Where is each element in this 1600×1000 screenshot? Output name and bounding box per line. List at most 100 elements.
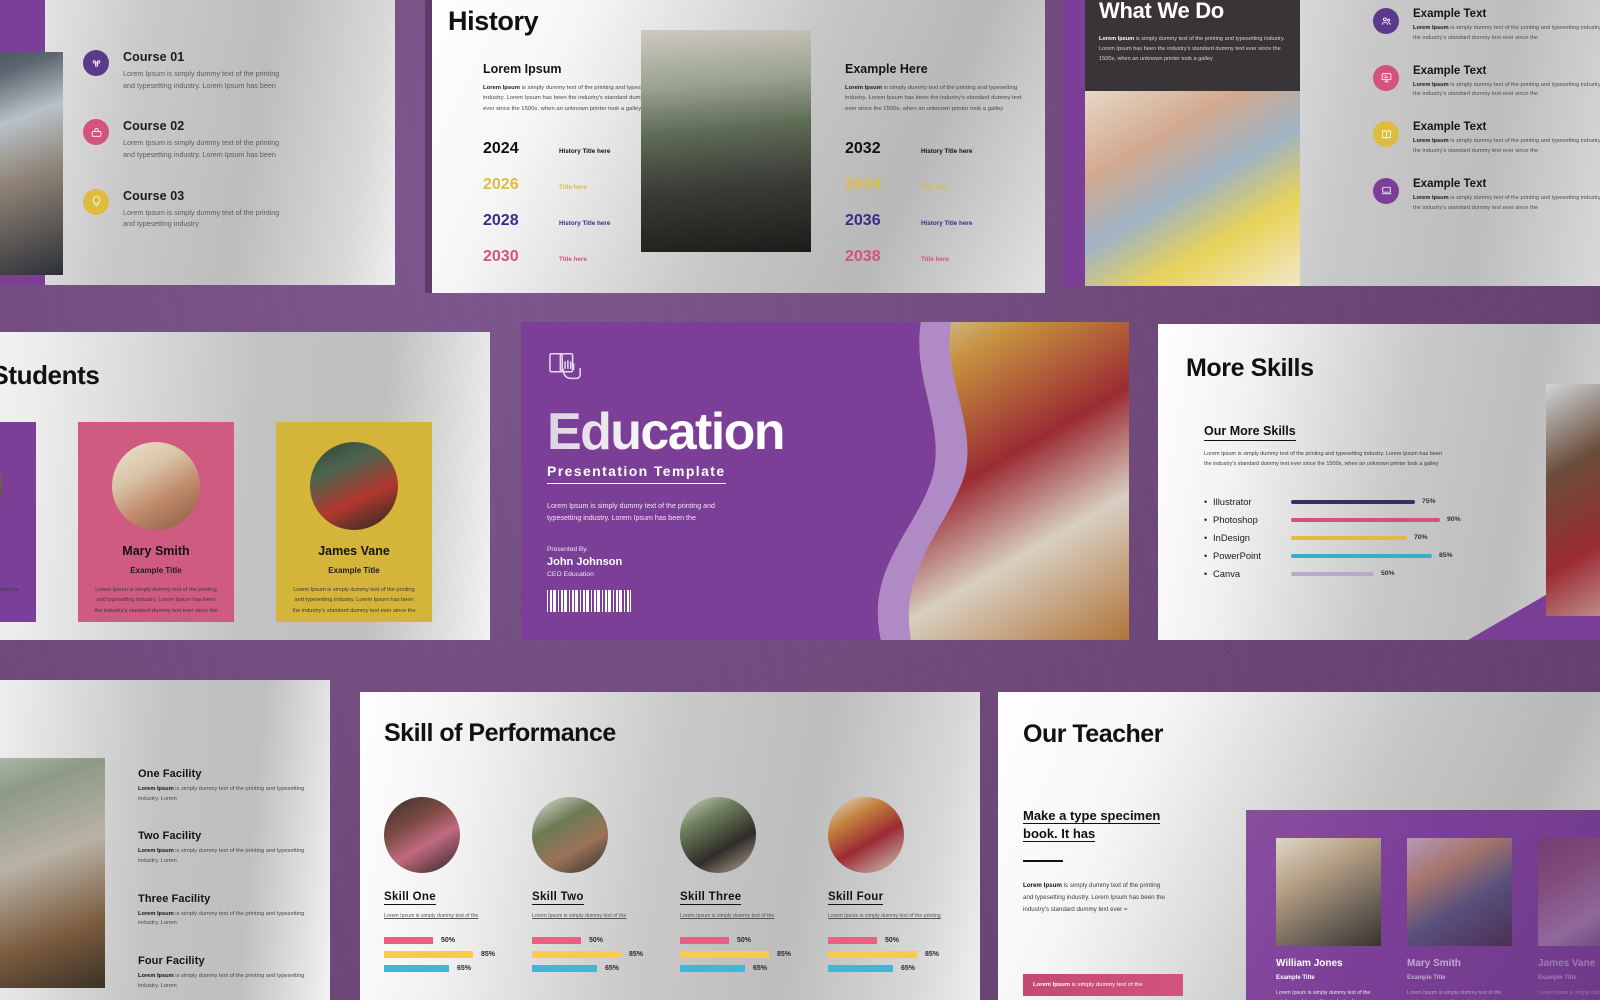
chart-row: 65% (384, 964, 506, 972)
chart-row: 50% (384, 936, 506, 944)
chart-row: • InDesign 70% (1204, 532, 1461, 543)
bar-1 (680, 936, 729, 944)
student-role: Example Title (328, 566, 380, 575)
performance-column[interactable]: Skill Four Lorem Ipsum is simply dummy t… (828, 797, 950, 979)
lead-text: Lorem Ipsum (138, 910, 174, 917)
skill-title: Skill Four (828, 891, 884, 905)
bar-3 (384, 964, 449, 972)
skill-body: Lorem Ipsum is simply dummy text of the … (828, 913, 941, 919)
chart-row: 50% (532, 936, 654, 944)
facility-body: Lorem Ipsum is simply dummy text of the … (138, 972, 320, 991)
teacher-card[interactable]: William Jones Example Title Lorem Ipsum … (1276, 838, 1381, 1000)
list-item[interactable]: Course 01 Lorem Ipsum is simply dummy te… (83, 50, 381, 91)
item-body: Lorem Ipsum is simply dummy text of the … (1413, 137, 1600, 157)
lead-text: Lorem Ipsum (1099, 36, 1135, 42)
skill-title: Skill One (384, 891, 436, 905)
list-item[interactable]: Four Facility Lorem Ipsum is simply dumm… (138, 955, 320, 991)
lead-text: Lorem Ipsum (138, 848, 174, 855)
bar-2 (532, 950, 621, 958)
facility-title: Two Facility (138, 830, 202, 843)
history-column-left: Lorem Ipsum Lorem Ipsum is simply dummy … (483, 62, 663, 284)
skill-bar-chart: 50% 85% 65% (384, 936, 506, 972)
performance-column[interactable]: Skill One Lorem Ipsum is simply dummy te… (384, 797, 506, 979)
list-item[interactable]: Three Facility Lorem Ipsum is simply dum… (138, 893, 320, 929)
history-column-right: Example Here Lorem Ipsum is simply dummy… (845, 62, 1025, 284)
skill-value: 70% (1414, 534, 1428, 541)
lightbulb-icon (83, 188, 109, 215)
performance-column[interactable]: Skill Three Lorem Ipsum is simply dummy … (680, 797, 802, 979)
lead-text: Lorem Ipsum (1023, 882, 1062, 889)
list-item[interactable]: Course 03 Lorem Ipsum is simply dummy te… (83, 188, 381, 230)
courses-list: Course 01 Lorem Ipsum is simply dummy te… (83, 50, 381, 258)
chart-row: • PowerPoint 85% (1204, 550, 1461, 561)
year-value: 2032 (845, 139, 881, 157)
list-item[interactable]: One Facility Lorem Ipsum is simply dummy… (138, 768, 320, 804)
purple-edge-bar (425, 0, 432, 293)
bar-1 (828, 936, 877, 944)
bar-2 (680, 950, 769, 958)
year-value: 2034 (845, 175, 881, 193)
skill-label: InDesign (1213, 532, 1251, 543)
bar-2 (384, 950, 473, 958)
what-we-do-list: Example Text Lorem Ipsum is simply dummy… (1373, 8, 1600, 234)
chart-row: 85% (680, 950, 802, 958)
item-body: Lorem Ipsum is simply dummy text of the … (1413, 24, 1600, 44)
avatar (384, 797, 460, 873)
facilities-photo (0, 758, 105, 988)
chart-row: 65% (680, 964, 802, 972)
hero-subtitle: Presentation Template (547, 463, 726, 484)
student-card[interactable]: Jones e Title y dummy text of the ing in… (0, 422, 36, 622)
section-heading-text: Make a type specimen book. It has (1023, 808, 1161, 842)
skill-bar (1291, 499, 1415, 504)
teacher-role: Example Title (1407, 975, 1446, 981)
skill-value: 85% (1439, 552, 1453, 559)
bar-1-value: 50% (885, 936, 900, 944)
list-item[interactable]: Example Text Lorem Ipsum is simply dummy… (1373, 8, 1600, 44)
chart-row: 65% (532, 964, 654, 972)
bullet-icon: • (1204, 514, 1208, 525)
lead-text: Lorem Ipsum (1413, 25, 1449, 31)
bar-2-value: 85% (629, 950, 644, 958)
section-heading: Our More Skills (1204, 424, 1296, 441)
student-card[interactable]: James Vane Example Title Lorem Ipsum is … (276, 422, 432, 622)
teacher-card[interactable]: James Vane Example Title Lorem Ipsum is … (1538, 838, 1600, 1000)
bar-1-value: 50% (589, 936, 604, 944)
teacher-cards: William Jones Example Title Lorem Ipsum … (1276, 838, 1600, 1000)
teacher-body: Lorem Ipsum is simply dummy text of the … (1407, 990, 1502, 1000)
skill-label: PowerPoint (1213, 550, 1261, 561)
teacher-card[interactable]: Mary Smith Example Title Lorem Ipsum is … (1407, 838, 1512, 1000)
bar-2-value: 85% (925, 950, 940, 958)
teacher-role: Example Title (1538, 975, 1577, 981)
chart-row: 65% (828, 964, 950, 972)
column-heading: Example Here (845, 62, 928, 76)
facility-body: Lorem Ipsum is simply dummy text of the … (138, 785, 320, 804)
item-body: Lorem Ipsum is simply dummy text of the … (1413, 194, 1600, 214)
chart-row: 50% (680, 936, 802, 944)
list-item[interactable]: Two Facility Lorem Ipsum is simply dummy… (138, 830, 320, 866)
table-row: 2038 Title here (845, 248, 1025, 266)
bar-2-value: 85% (481, 950, 496, 958)
bar-2-value: 85% (777, 950, 792, 958)
skill-body: Lorem Ipsum is simply dummy text of the (384, 913, 479, 919)
year-label: History Title here (921, 147, 973, 155)
table-row: 2036 History Title here (845, 212, 1025, 230)
course-title: Course 02 (123, 119, 185, 134)
column-heading: Lorem Ipsum (483, 62, 562, 76)
year-label: Title here (921, 183, 949, 191)
cta-button[interactable]: Lorem Ipsum is simply dummy text of the (1023, 974, 1183, 996)
list-item[interactable]: Example Text Lorem Ipsum is simply dummy… (1373, 64, 1600, 101)
divider (1023, 860, 1063, 862)
performance-column[interactable]: Skill Two Lorem Ipsum is simply dummy te… (532, 797, 654, 979)
skill-bar (1291, 571, 1374, 576)
item-title: Example Text (1413, 64, 1487, 77)
skill-value: 90% (1447, 516, 1461, 523)
list-item[interactable]: Example Text Lorem Ipsum is simply dummy… (1373, 121, 1600, 157)
teacher-photo (1407, 838, 1512, 946)
facility-title: One Facility (138, 768, 202, 780)
student-card[interactable]: Mary Smith Example Title Lorem Ipsum is … (78, 422, 234, 622)
book-hand-icon (547, 350, 585, 384)
list-item[interactable]: Example Text Lorem Ipsum is simply dummy… (1373, 177, 1600, 214)
list-item[interactable]: Course 02 Lorem Ipsum is simply dummy te… (83, 119, 381, 160)
skill-body: Lorem Ipsum is simply dummy text of the (680, 913, 775, 919)
student-name: Mary Smith (122, 544, 190, 558)
